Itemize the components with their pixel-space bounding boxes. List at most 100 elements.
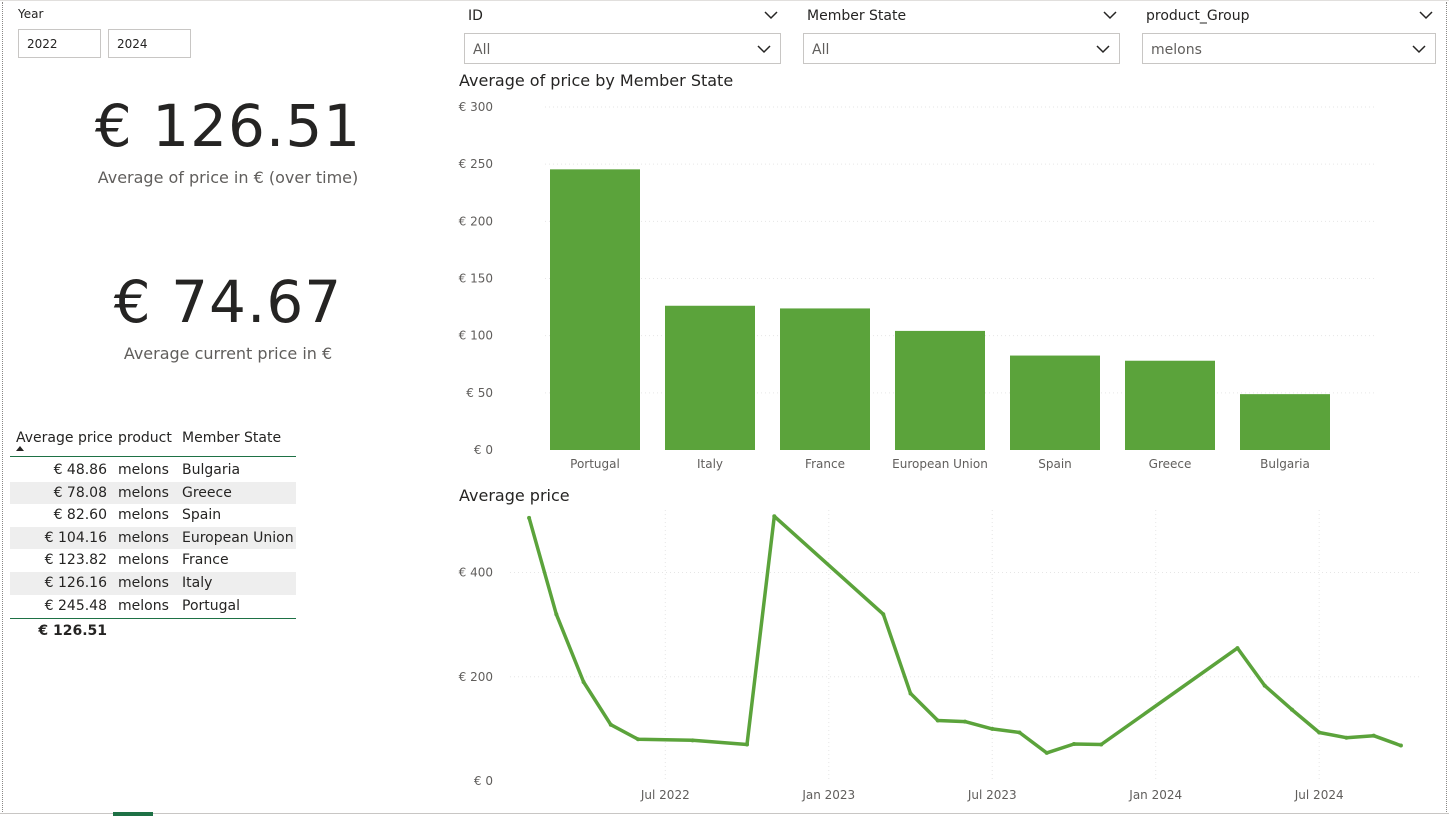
data-point[interactable] <box>881 612 886 617</box>
bar[interactable] <box>1240 394 1330 450</box>
data-point[interactable] <box>581 679 586 684</box>
series-line[interactable] <box>527 514 1402 755</box>
sort-ascending-icon[interactable] <box>16 446 24 451</box>
year-to-input[interactable]: 2024 <box>108 29 191 58</box>
data-point[interactable] <box>908 691 913 696</box>
data-point[interactable] <box>745 742 750 747</box>
cell-price: € 126.16 <box>44 574 107 591</box>
table-row[interactable]: € 123.82 melons France <box>10 549 296 572</box>
bar[interactable] <box>665 305 755 450</box>
data-point[interactable] <box>1398 743 1403 748</box>
data-point[interactable] <box>1289 707 1294 712</box>
data-point[interactable] <box>963 719 967 724</box>
data-point[interactable] <box>1371 733 1376 738</box>
cell-price: € 78.08 <box>53 484 107 501</box>
x-tick-label: France <box>805 457 845 471</box>
cell-price: € 104.16 <box>44 529 107 546</box>
chevron-down-icon[interactable] <box>1102 8 1118 22</box>
y-tick-label: € 100 <box>459 329 493 343</box>
kpi-current-price-label: Average current price in € <box>123 344 333 363</box>
data-point[interactable] <box>1235 646 1240 651</box>
chevron-down-icon <box>1412 45 1426 54</box>
cell-price: € 82.60 <box>53 507 107 524</box>
table-row[interactable]: € 104.16 melons European Union <box>10 526 296 550</box>
data-point[interactable] <box>1344 735 1349 740</box>
bar[interactable] <box>1010 355 1100 450</box>
x-tick-label: Greece <box>1149 457 1192 471</box>
member-state-slicer-title: Member State <box>807 8 907 24</box>
price-table: Average price product Member State € 48.… <box>10 425 296 642</box>
cell-member-state: Spain <box>182 507 222 524</box>
x-tick-label: Spain <box>1038 457 1072 471</box>
x-tick-label: Italy <box>697 457 723 471</box>
data-point[interactable] <box>990 726 995 731</box>
table-row[interactable]: € 126.16 melons Italy <box>10 571 296 595</box>
data-point[interactable] <box>527 515 532 520</box>
x-tick-label: Jan 2023 <box>801 788 855 802</box>
table-row[interactable]: € 245.48 melons Portugal <box>10 595 296 618</box>
x-tick-label: Jul 2023 <box>967 788 1017 802</box>
cell-member-state: European Union <box>182 529 294 546</box>
y-tick-label: € 0 <box>474 443 493 457</box>
cell-member-state: France <box>182 552 229 569</box>
id-dropdown[interactable]: All <box>464 33 781 64</box>
product-group-dropdown-value: melons <box>1151 42 1202 58</box>
cell-member-state: Italy <box>182 574 213 591</box>
data-point[interactable] <box>636 737 641 742</box>
data-point[interactable] <box>690 738 695 743</box>
table-row[interactable]: € 48.86 melons Bulgaria <box>10 459 296 482</box>
product-group-dropdown[interactable]: melons <box>1142 33 1436 64</box>
id-dropdown-value: All <box>473 42 491 58</box>
x-tick-label: Jul 2024 <box>1294 788 1344 802</box>
cell-member-state: Portugal <box>182 597 240 614</box>
cell-price: € 48.86 <box>53 462 107 478</box>
x-tick-label: Portugal <box>570 457 620 471</box>
bar[interactable] <box>1125 360 1215 450</box>
cell-product: melons <box>118 507 169 524</box>
member-state-dropdown-value: All <box>812 42 830 58</box>
cell-product: melons <box>118 574 169 591</box>
data-point[interactable] <box>554 612 559 617</box>
line-chart-title: Average price <box>459 486 570 505</box>
kpi-current-price-value: € 74.67 <box>113 268 343 336</box>
table-row[interactable]: € 82.60 melons Spain <box>10 504 296 527</box>
y-tick-label: € 150 <box>459 272 493 286</box>
chevron-down-icon[interactable] <box>1418 8 1434 22</box>
data-point[interactable] <box>1017 730 1022 735</box>
y-tick-label: € 50 <box>466 386 493 400</box>
line-chart[interactable]: € 0 € 200 € 400 Jul 2022 Jan 2023 Jul 2023 Jan… <box>455 510 1440 805</box>
data-point[interactable] <box>1044 750 1049 755</box>
data-point[interactable] <box>1317 730 1322 735</box>
year-slicer-title: Year <box>18 7 44 21</box>
kpi-avg-price-label: Average of price in € (over time) <box>97 168 359 187</box>
y-tick-label: € 250 <box>459 157 493 171</box>
data-point[interactable] <box>1262 683 1267 688</box>
data-point[interactable] <box>772 514 777 519</box>
bar[interactable] <box>780 308 870 450</box>
data-point[interactable] <box>935 718 940 723</box>
table-row[interactable]: € 78.08 melons Greece <box>10 481 296 505</box>
cell-price: € 123.82 <box>44 552 107 569</box>
chevron-down-icon <box>1096 45 1110 54</box>
cell-price: € 245.48 <box>44 597 107 614</box>
year-from-input[interactable]: 2022 <box>18 29 101 58</box>
header-member-state[interactable]: Member State <box>182 430 281 446</box>
header-product[interactable]: product <box>118 430 172 446</box>
header-average-price[interactable]: Average price <box>16 430 113 446</box>
page-tab-indicator[interactable] <box>113 812 153 816</box>
x-tick-label: European Union <box>892 457 988 471</box>
data-point[interactable] <box>1099 742 1104 747</box>
bar[interactable] <box>895 330 985 450</box>
y-tick-label: € 400 <box>459 566 493 580</box>
data-point[interactable] <box>1071 741 1076 746</box>
cell-product: melons <box>118 462 169 478</box>
member-state-dropdown[interactable]: All <box>803 33 1120 64</box>
data-point[interactable] <box>608 722 613 727</box>
y-tick-label: € 300 <box>459 100 493 114</box>
bar-chart[interactable]: € 0 € 50 € 100 € 150 € 200 € 250 € 300 Portugal… <box>455 95 1440 480</box>
bar[interactable] <box>550 169 640 450</box>
chevron-down-icon[interactable] <box>763 8 779 22</box>
x-tick-label: Bulgaria <box>1260 457 1310 471</box>
kpi-avg-price-value: € 126.51 <box>94 92 362 160</box>
product-group-slicer-title: product_Group <box>1146 8 1250 24</box>
